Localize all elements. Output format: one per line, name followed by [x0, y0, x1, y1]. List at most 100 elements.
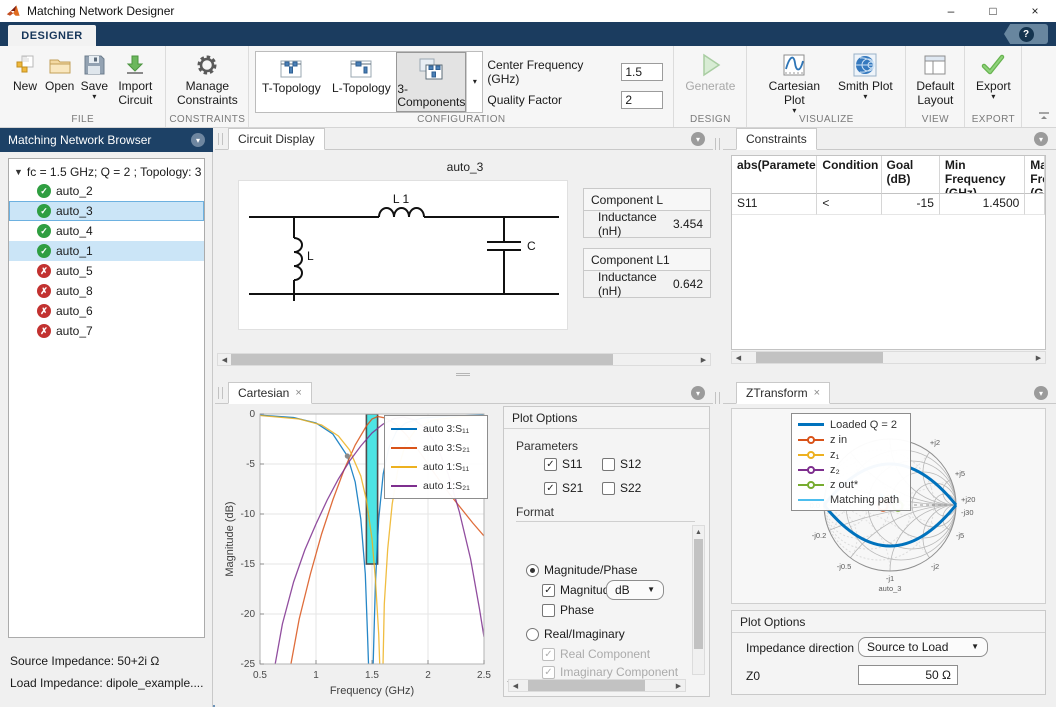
legend-label: z₁	[830, 449, 839, 461]
legend-label: Loaded Q = 2	[830, 419, 897, 431]
tab-designer[interactable]: DESIGNER	[8, 25, 96, 46]
tab-constraints[interactable]: Constraints	[736, 128, 817, 150]
browser-item-auto_8[interactable]: ✗auto_8	[9, 281, 204, 301]
parameter-checkbox-S22[interactable]: S22	[602, 481, 641, 495]
constraints-table: abs(Parameter)ConditionGoal (dB)Min Freq…	[731, 155, 1046, 350]
tab-circuit-display[interactable]: Circuit Display	[228, 128, 325, 150]
minimize-button[interactable]: –	[930, 0, 972, 22]
matching-network-designer-window: Matching Network Designer – □ × DESIGNER…	[0, 0, 1056, 707]
browser-panel-menu-button[interactable]: ▾	[191, 133, 205, 147]
legend-label: auto 1:S₁₁	[423, 461, 469, 473]
component-property-label: Inductance (nH)	[598, 270, 673, 298]
close-tab-icon[interactable]: ×	[295, 387, 301, 399]
panel-grip[interactable]	[218, 387, 223, 399]
scroll-left-arrow[interactable]: ◀	[732, 352, 745, 363]
gallery-dropdown-button[interactable]: ▾	[466, 52, 482, 112]
real-imaginary-radio[interactable]: Real/Imaginary	[526, 627, 625, 641]
group-label-file: FILE	[0, 114, 165, 125]
cartesian-plot-button[interactable]: Cartesian Plot ▾	[755, 50, 833, 116]
circuit-horizontal-scrollbar[interactable]: ◀ ▶	[217, 353, 711, 366]
smith-plot-button[interactable]: Smith Plot ▾	[833, 50, 897, 102]
format-horizontal-scrollbar[interactable]: ◀ ▶	[508, 679, 686, 692]
quality-factor-input[interactable]: 2	[621, 91, 663, 109]
tab-cartesian[interactable]: Cartesian ×	[228, 382, 312, 404]
maximize-button[interactable]: □	[972, 0, 1014, 22]
constraints-panel-menu-button[interactable]: ▾	[1034, 132, 1048, 146]
constraints-horizontal-scrollbar[interactable]: ◀ ▶	[731, 351, 1046, 364]
save-button[interactable]: Save ▾	[77, 50, 111, 102]
parameter-checkbox-S11[interactable]: S11	[544, 457, 582, 471]
cartesian-panel-menu-button[interactable]: ▾	[691, 386, 705, 400]
format-vertical-scrollbar[interactable]: ▲	[692, 525, 705, 675]
scroll-right-arrow[interactable]: ▶	[672, 680, 685, 691]
checkbox-icon	[602, 482, 615, 495]
collapse-ribbon-icon[interactable]	[1038, 111, 1050, 124]
l-topology-button[interactable]: L-Topology	[326, 52, 396, 112]
browser-item-auto_5[interactable]: ✗auto_5	[9, 261, 204, 281]
center-frequency-input[interactable]: 1.5	[621, 63, 663, 81]
browser-item-auto_7[interactable]: ✗auto_7	[9, 321, 204, 341]
constraint-cell[interactable]: 1.4500	[940, 194, 1025, 215]
constraint-cell[interactable]	[1025, 194, 1045, 215]
t-topology-button[interactable]: T-Topology	[256, 52, 326, 112]
tree-root[interactable]: ▼ fc = 1.5 GHz; Q = 2 ; Topology: 3	[9, 162, 204, 181]
magnitude-unit-dropdown[interactable]: dB ▼	[606, 580, 664, 600]
constraint-cell[interactable]: S11	[732, 194, 817, 215]
magnitude-phase-radio[interactable]: Magnitude/Phase	[526, 563, 637, 577]
svg-text:1.5: 1.5	[365, 670, 379, 681]
svg-text:-j30: -j30	[961, 508, 974, 517]
horizontal-splitter[interactable]	[456, 373, 470, 376]
scroll-right-arrow[interactable]: ▶	[1032, 352, 1045, 363]
network-name: auto_6	[56, 304, 93, 318]
browser-item-auto_4[interactable]: ✓auto_4	[9, 221, 204, 241]
impedance-direction-dropdown[interactable]: Source to Load ▼	[858, 637, 988, 657]
help-button[interactable]: ?	[1004, 24, 1048, 44]
three-components-button[interactable]: 3-Components	[396, 52, 466, 112]
help-icon: ?	[1019, 27, 1034, 42]
parameter-checkbox-S21[interactable]: S21	[544, 481, 583, 495]
close-tab-icon[interactable]: ×	[814, 387, 820, 399]
export-button[interactable]: Export ▾	[971, 50, 1015, 102]
component-property-value[interactable]: 3.454	[673, 217, 703, 231]
scroll-left-arrow[interactable]: ◀	[218, 354, 231, 365]
browser-item-auto_3[interactable]: ✓auto_3	[9, 201, 204, 221]
component-property-value[interactable]: 0.642	[673, 277, 703, 291]
ztransform-panel-menu-button[interactable]: ▾	[1034, 386, 1048, 400]
dropdown-caret-icon: ▼	[971, 644, 979, 650]
tab-ztransform[interactable]: ZTransform ×	[736, 382, 830, 404]
scroll-left-arrow[interactable]: ◀	[509, 680, 522, 691]
default-layout-button[interactable]: Default Layout	[912, 50, 958, 110]
manage-constraints-button[interactable]: Manage Constraints	[172, 50, 242, 110]
parameter-checkbox-S12[interactable]: S12	[602, 457, 641, 471]
new-button[interactable]: New	[8, 50, 42, 96]
phase-checkbox[interactable]: Phase	[542, 603, 594, 617]
scroll-right-arrow[interactable]: ▶	[697, 354, 710, 365]
circuit-tabstrip: Circuit Display ▾	[215, 128, 713, 150]
generate-play-icon	[697, 52, 723, 78]
browser-panel-title: Matching Network Browser	[8, 133, 151, 147]
panel-grip[interactable]	[218, 133, 223, 145]
constraint-row[interactable]: S11<-151.4500	[732, 194, 1045, 215]
component-card-L1: Component L1 Inductance (nH) 0.642	[583, 248, 711, 298]
magnitude-checkbox[interactable]: Magnitude	[542, 583, 616, 597]
browser-item-auto_1[interactable]: ✓auto_1	[9, 241, 204, 261]
constraint-cell[interactable]: -15	[882, 194, 940, 215]
smith-plot-caret: ▾	[863, 94, 867, 100]
vertical-splitter[interactable]	[713, 128, 723, 707]
quality-factor-label: Quality Factor	[487, 93, 615, 107]
constraint-cell[interactable]: <	[817, 194, 881, 215]
import-circuit-button[interactable]: Import Circuit	[111, 50, 159, 110]
z0-input[interactable]: 50 Ω	[858, 665, 958, 685]
generate-button[interactable]: Generate	[684, 50, 736, 96]
close-button[interactable]: ×	[1014, 0, 1056, 22]
collapse-triangle-icon[interactable]: ▼	[14, 167, 23, 177]
open-button[interactable]: Open	[42, 50, 77, 96]
imaginary-component-checkbox: Imaginary Component	[542, 665, 678, 679]
browser-item-auto_6[interactable]: ✗auto_6	[9, 301, 204, 321]
browser-item-auto_2[interactable]: ✓auto_2	[9, 181, 204, 201]
constraints-panel: Constraints ▾ abs(Parameter)ConditionGoa…	[723, 128, 1056, 368]
circuit-panel-menu-button[interactable]: ▾	[691, 132, 705, 146]
legend-line-swatch	[798, 469, 824, 471]
legend-label: auto 3:S₂₁	[423, 442, 470, 454]
circuit-canvas[interactable]: L 1 L C	[238, 180, 568, 330]
